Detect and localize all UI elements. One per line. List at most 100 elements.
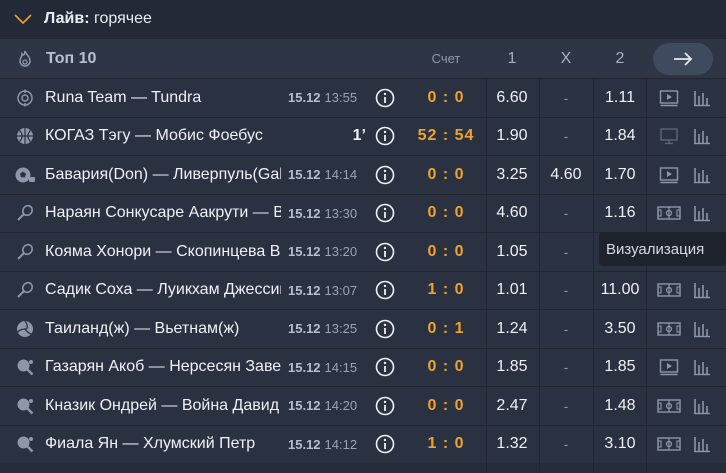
field-icon[interactable]	[656, 426, 682, 464]
start-date: 15.12 13:20	[288, 244, 358, 260]
start-date: 15.12 13:25	[288, 321, 358, 337]
odds-2[interactable]: 1.84	[596, 118, 644, 156]
odds-2[interactable]: 3.50	[596, 310, 644, 348]
match-teams[interactable]: Газарян Акоб — Нерсесян Завен	[45, 349, 281, 387]
event-row[interactable]: Бавария(Don) — Ливерпуль(Gaba… 15.1214:14…	[0, 155, 726, 194]
stats-icon[interactable]	[690, 426, 714, 464]
odds-2[interactable]: 3.10	[596, 426, 644, 464]
odds-1[interactable]: 6.60	[488, 79, 536, 117]
column-divider	[646, 78, 647, 473]
match-teams[interactable]: Фиала Ян — Хлумский Петр	[45, 426, 281, 464]
odds-1[interactable]: 1.85	[488, 349, 536, 387]
odds-x[interactable]: -	[540, 349, 592, 387]
event-row[interactable]: КОГАЗ Тэгу — Мобис Фоебус 1’ 52 : 54 1.90-1…	[0, 116, 726, 156]
odds-1[interactable]: 1.01	[488, 272, 536, 310]
stats-icon[interactable]	[690, 387, 714, 425]
odds-x[interactable]: -	[540, 387, 592, 425]
odds-x[interactable]: -	[540, 310, 592, 348]
info-icon[interactable]	[374, 349, 396, 387]
match-teams[interactable]: Бавария(Don) — Ливерпуль(Gaba…	[45, 156, 281, 194]
match-teams[interactable]: Садик Соха — Луикхам Джессика	[45, 272, 281, 310]
event-row[interactable]: Таиланд(ж) — Вьетнам(ж) 15.12 13:25 0 : 1 1.…	[0, 309, 726, 348]
table-header: Топ 10 Счет 1 X 2	[0, 38, 726, 78]
info-icon[interactable]	[374, 272, 396, 310]
field-icon[interactable]	[656, 310, 682, 348]
field-icon[interactable]	[656, 272, 682, 310]
odds-1[interactable]: 1.32	[488, 426, 536, 464]
start-date: 15.12 14:14	[288, 167, 358, 183]
basketball-icon	[14, 118, 36, 156]
video-icon[interactable]	[656, 156, 682, 194]
event-row[interactable]: Газарян Акоб — Нерсесян Завен 15.12 14:15 0…	[0, 347, 726, 387]
event-row[interactable]: Фиала Ян — Хлумский Петр 15.12 14:12 1 : 0 1…	[0, 424, 726, 464]
field-icon[interactable]	[656, 387, 682, 425]
field-icon[interactable]	[656, 195, 682, 233]
odds-2[interactable]: 11.00	[596, 272, 644, 310]
match-teams[interactable]: Runa Team — Tundra	[45, 79, 281, 117]
esports-icon	[14, 79, 36, 117]
table-tennis-icon	[14, 426, 36, 464]
odds-x[interactable]: -	[540, 233, 592, 271]
odds-x[interactable]: -	[540, 426, 592, 464]
info-icon[interactable]	[374, 233, 396, 271]
event-row[interactable]: Кназик Ондрей — Война Давид 15.12 14:20 0 :…	[0, 386, 726, 425]
match-teams[interactable]: Кназик Ондрей — Война Давид	[45, 387, 281, 425]
video-icon[interactable]	[656, 349, 682, 387]
odds-1-header: 1	[507, 49, 517, 67]
live-header[interactable]: Лайв: горячее	[0, 0, 726, 38]
odds-1[interactable]: 1.90	[488, 118, 536, 156]
tennis-icon	[14, 195, 36, 233]
info-icon[interactable]	[374, 156, 396, 194]
video-icon[interactable]	[656, 79, 682, 117]
odds-2[interactable]: 1.85	[596, 349, 644, 387]
stats-icon[interactable]	[690, 272, 714, 310]
odds-x[interactable]: 4.60	[540, 156, 592, 194]
info-icon[interactable]	[374, 79, 396, 117]
match-teams[interactable]: Кояма Хонори — Скопинцева В…	[45, 233, 281, 271]
odds-x[interactable]: -	[540, 79, 592, 117]
match-teams[interactable]: Таиланд(ж) — Вьетнам(ж)	[45, 310, 281, 348]
tennis-icon	[14, 233, 36, 271]
stats-icon[interactable]	[690, 349, 714, 387]
match-teams[interactable]: КОГАЗ Тэгу — Мобис Фоебус	[45, 118, 281, 156]
odds-1[interactable]: 1.24	[488, 310, 536, 348]
odds-x-header: X	[560, 49, 572, 67]
stats-icon[interactable]	[690, 118, 714, 156]
match-score: 0 : 0	[427, 165, 465, 183]
stats-icon[interactable]	[690, 195, 714, 233]
monitor-icon[interactable]	[656, 118, 682, 156]
odds-1[interactable]: 4.60	[488, 195, 536, 233]
start-date: 15.12 14:20	[288, 398, 358, 414]
odds-2[interactable]: 1.48	[596, 387, 644, 425]
odds-1[interactable]: 2.47	[488, 387, 536, 425]
odds-2[interactable]: 1.16	[596, 195, 644, 233]
odds-x[interactable]: -	[540, 272, 592, 310]
chevron-down-icon[interactable]	[14, 13, 32, 25]
match-score: 0 : 1	[427, 319, 465, 337]
info-icon[interactable]	[374, 118, 396, 156]
stats-icon[interactable]	[690, 79, 714, 117]
event-row[interactable]: Нараян Сонкусаре Аакрути — Ву 15.12 13:30 0…	[0, 193, 726, 233]
odds-x[interactable]: -	[540, 118, 592, 156]
start-date: 15.12 14:12	[288, 436, 358, 452]
odds-2[interactable]: 1.11	[596, 79, 644, 117]
info-icon[interactable]	[374, 195, 396, 233]
odds-x[interactable]: -	[540, 195, 592, 233]
match-teams[interactable]: Нараян Сонкусаре Аакрути — Ву	[45, 195, 281, 233]
event-row[interactable]: Runa Team — Tundra 15.12 13:55 0 : 0 6.60-1.…	[0, 78, 726, 117]
stats-icon[interactable]	[690, 156, 714, 194]
odds-1[interactable]: 1.05	[488, 233, 536, 271]
score-column-header: Счет	[431, 51, 461, 66]
volleyball-icon	[14, 310, 36, 348]
info-icon[interactable]	[374, 426, 396, 464]
events-list: Runa Team — Tundra 15.12 13:55 0 : 0 6.60-1.…	[0, 78, 726, 463]
live-filter-label: Лайв: горячее	[44, 10, 152, 27]
info-icon[interactable]	[374, 310, 396, 348]
odds-2[interactable]: 1.70	[596, 156, 644, 194]
odds-1[interactable]: 3.25	[488, 156, 536, 194]
stats-icon[interactable]	[690, 310, 714, 348]
event-row[interactable]: Садик Соха — Луикхам Джессика 15.12 13:07 1…	[0, 270, 726, 310]
info-icon[interactable]	[374, 387, 396, 425]
next-button[interactable]	[653, 43, 713, 75]
fire-icon	[14, 39, 36, 78]
